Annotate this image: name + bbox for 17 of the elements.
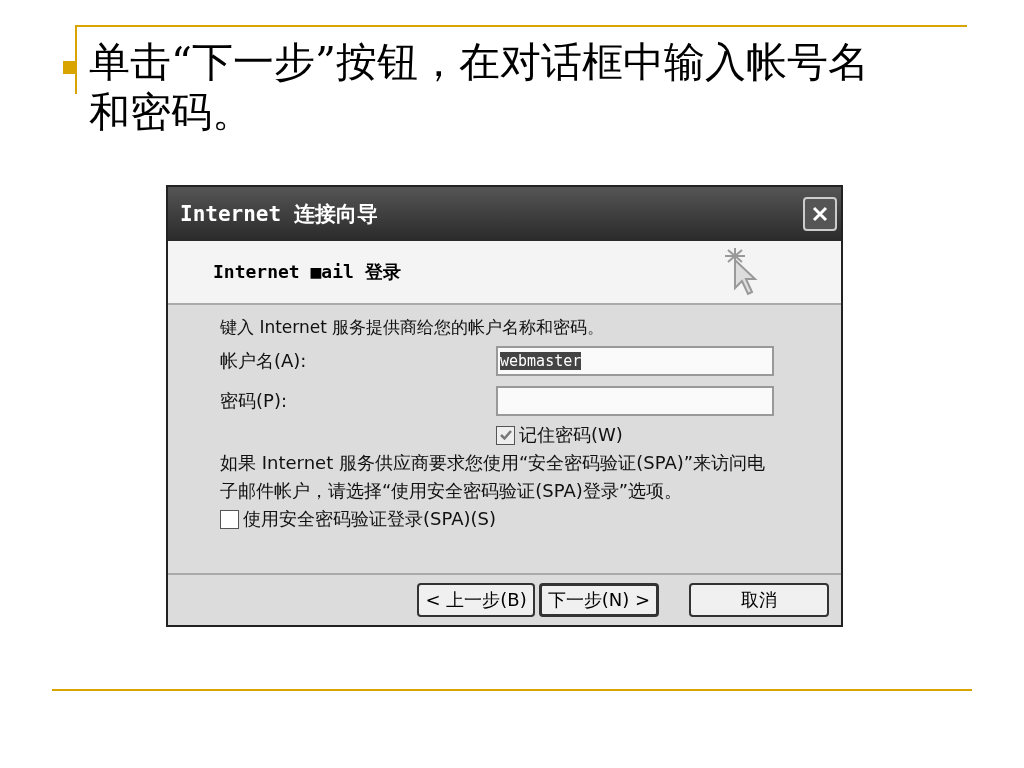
- checkbox[interactable]: [220, 509, 239, 529]
- instruction-text: 键入 Internet 服务提供商给您的帐户名称和密码。: [220, 316, 606, 339]
- dialog-button[interactable]: 取消: [689, 583, 829, 617]
- field-label: 密码(P):: [220, 389, 288, 413]
- field-label: 帐户名(A):: [220, 349, 308, 373]
- window-title: Internet 连接向导: [180, 201, 378, 228]
- input-field[interactable]: webmaster: [496, 346, 774, 376]
- dialog-button[interactable]: 下一步(N) >: [538, 583, 659, 617]
- checkbox[interactable]: [496, 425, 515, 445]
- bullet-text: 单击“下一步”按钮，在对话框中输入帐号名和密码。: [89, 37, 870, 137]
- dialog-button[interactable]: < 上一步(B): [417, 583, 535, 617]
- checkbox-label: 记住密码(W): [519, 423, 623, 447]
- header-title: Internet ■ail 登录: [213, 260, 401, 284]
- note-text: 如果 Internet 服务供应商要求您使用“安全密码验证(SPA)”来访问电子邮件帐户，请选择“使用安全密码验证(SPA)登录”选项。: [220, 451, 767, 503]
- checkbox-label: 使用安全密码验证登录(SPA)(S): [243, 507, 496, 531]
- close-button[interactable]: [803, 197, 837, 231]
- input-field[interactable]: [496, 386, 774, 416]
